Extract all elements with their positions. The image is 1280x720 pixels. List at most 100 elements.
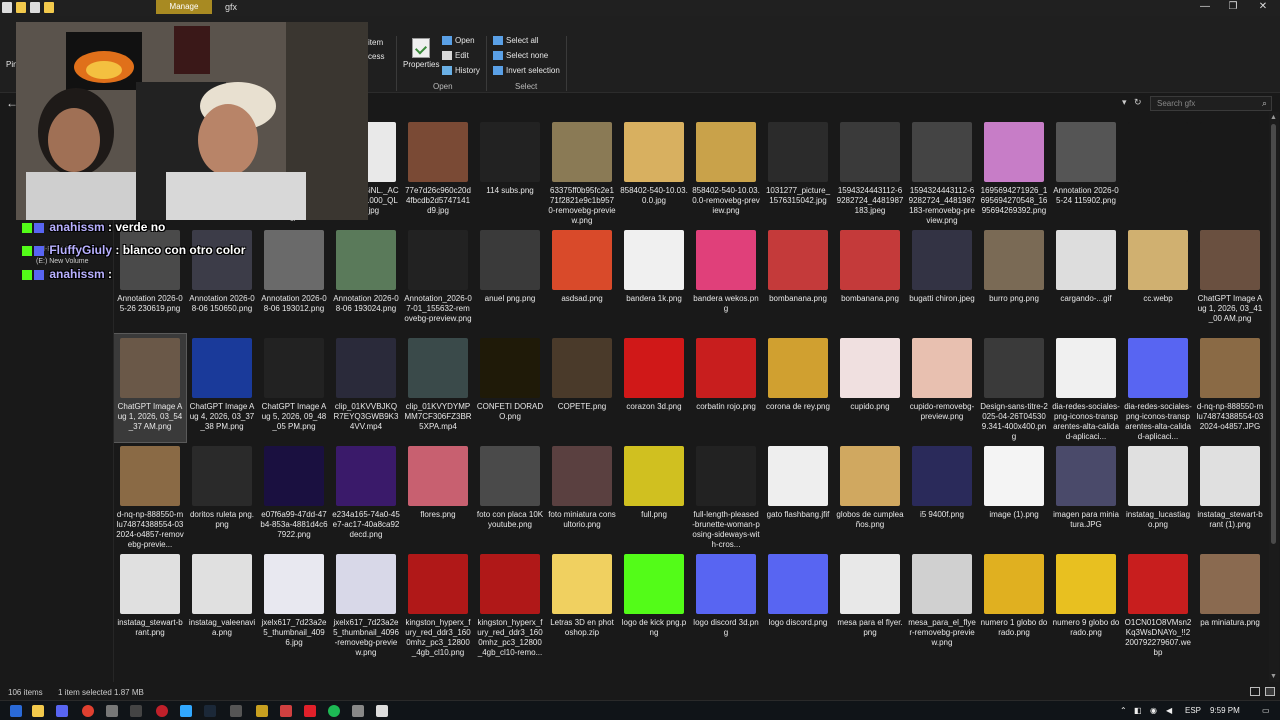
clock[interactable]: 9:59 PM	[1210, 706, 1240, 715]
nav-new-volume[interactable]: (E:) New Volume	[36, 258, 89, 265]
file-item[interactable]: dia-redes-sociales-png-iconos-transparen…	[1050, 334, 1122, 442]
file-item[interactable]: mesa para el flyer.png	[834, 550, 906, 658]
file-item[interactable]: bandera 1k.png	[618, 226, 690, 334]
discord-icon[interactable]	[56, 705, 68, 717]
app-icon[interactable]	[304, 705, 316, 717]
file-item[interactable]: Design-sans-titre-2025-04-26T045309.341-…	[978, 334, 1050, 442]
scrollbar-thumb[interactable]	[1271, 124, 1276, 544]
file-item[interactable]: cc.webp	[1122, 226, 1194, 334]
file-item[interactable]: O1CN01O8VMsn2Kq3WsDNAYo_!!2200792279607.…	[1122, 550, 1194, 658]
file-item[interactable]: full-length-pleased-brunette-woman-posin…	[690, 442, 762, 550]
file-item[interactable]: e07f6a99-47dd-47b4-853a-4881d4c67922.png	[258, 442, 330, 550]
file-item[interactable]: ChatGPT Image Aug 5, 2026, 09_48_05 PM.p…	[258, 334, 330, 442]
app-icon[interactable]	[230, 705, 242, 717]
details-view-icon[interactable]	[1250, 687, 1260, 696]
file-explorer-icon[interactable]	[32, 705, 44, 717]
select-all-button[interactable]: Select all	[493, 36, 538, 46]
file-item[interactable]: anuel png.png	[474, 226, 546, 334]
file-item[interactable]: cupido-removebg-preview.png	[906, 334, 978, 442]
file-item[interactable]: jxelx617_7d23a2e5_thumbnail_4096.jpg	[258, 550, 330, 658]
tray-app-icon[interactable]: ◧	[1134, 706, 1142, 715]
folder-icon[interactable]	[16, 2, 26, 13]
file-item[interactable]: doritos ruleta png.png	[186, 442, 258, 550]
file-item[interactable]: Annotation 2026-08-06 193024.png	[330, 226, 402, 334]
file-item[interactable]: logo discord 3d.png	[690, 550, 762, 658]
app-icon[interactable]	[256, 705, 268, 717]
file-item[interactable]: 1695694271926_1695694270548_169569426939…	[978, 118, 1050, 226]
file-item[interactable]: clip_01KVVBJKQR7EYQ3GWB9K34VV.mp4	[330, 334, 402, 442]
file-item[interactable]: jxelx617_7d23a2e5_thumbnail_4096-removeb…	[330, 550, 402, 658]
app-icon[interactable]	[130, 705, 142, 717]
steam-icon[interactable]	[204, 705, 216, 717]
file-item[interactable]: gato flashbang.jfif	[762, 442, 834, 550]
select-none-button[interactable]: Select none	[493, 51, 548, 61]
file-item[interactable]: instatag_stewart-brant.png	[114, 550, 186, 658]
history-button[interactable]: History	[442, 66, 480, 76]
properties-button[interactable]: Properties	[403, 60, 439, 69]
file-item[interactable]: full.png	[618, 442, 690, 550]
file-item[interactable]: 1594324443112-69282724_4481987183-remove…	[906, 118, 978, 226]
ribbon-new-item-partial[interactable]: item	[368, 38, 383, 47]
file-item[interactable]: Annotation 2026-05-24 115902.png	[1050, 118, 1122, 226]
file-item[interactable]: instatag_lucastiago.png	[1122, 442, 1194, 550]
scroll-down-icon[interactable]: ▼	[1270, 673, 1277, 680]
file-item[interactable]: dia-redes-sociales-png-iconos-transparen…	[1122, 334, 1194, 442]
file-item[interactable]: Annotation_2026-07-01_155632-removebg-pr…	[402, 226, 474, 334]
spotify-icon[interactable]	[328, 705, 340, 717]
file-item[interactable]: bandera wekos.png	[690, 226, 762, 334]
file-item[interactable]: bombanana.png	[834, 226, 906, 334]
file-item[interactable]: kingston_hyperx_fury_red_ddr3_1600mhz_pc…	[474, 550, 546, 658]
save-icon[interactable]	[2, 2, 12, 13]
file-item[interactable]	[1194, 118, 1266, 226]
photoshop-icon[interactable]	[180, 705, 192, 717]
close-button[interactable]: ✕	[1248, 0, 1278, 14]
file-item[interactable]: numero 9 globo dorado.png	[1050, 550, 1122, 658]
file-item[interactable]: corona de rey.png	[762, 334, 834, 442]
refresh-icon[interactable]: ↻	[1134, 97, 1142, 108]
large-icons-view-icon[interactable]	[1265, 687, 1275, 696]
file-item[interactable]: Letras 3D en photoshop.zip	[546, 550, 618, 658]
file-item[interactable]: bombanana.png	[762, 226, 834, 334]
scroll-up-icon[interactable]: ▲	[1270, 114, 1277, 121]
file-item[interactable]: kingston_hyperx_fury_red_ddr3_1600mhz_pc…	[402, 550, 474, 658]
properties-icon[interactable]	[412, 38, 430, 58]
file-item[interactable]: cargando-...gif	[1050, 226, 1122, 334]
file-item[interactable]: 1031277_picture_1576315042.jpg	[762, 118, 834, 226]
open-button[interactable]: Open	[442, 36, 475, 46]
vertical-scrollbar[interactable]: ▲ ▼	[1269, 112, 1279, 682]
minimize-button[interactable]: —	[1190, 0, 1220, 14]
file-item[interactable]: instatag_valeenavia.png	[186, 550, 258, 658]
file-item[interactable]: e234a165-74a0-45e7-ac17-40a8ca92decd.png	[330, 442, 402, 550]
edit-button[interactable]: Edit	[442, 51, 469, 61]
notification-icon[interactable]: ▭	[1262, 706, 1270, 715]
tray-chevron-icon[interactable]: ⌃	[1120, 706, 1127, 715]
file-item[interactable]: 63375ff0b95fc2e171f2821e9c1b9570-removeb…	[546, 118, 618, 226]
file-item[interactable]: corbatin rojo.png	[690, 334, 762, 442]
chrome-icon[interactable]	[82, 705, 94, 717]
photos-icon[interactable]	[376, 705, 388, 717]
file-item[interactable]: Annotation 2026-08-06 193012.png	[258, 226, 330, 334]
file-item[interactable]: logo discord.png	[762, 550, 834, 658]
file-item[interactable]: burro png.png	[978, 226, 1050, 334]
file-item[interactable]: cupido.png	[834, 334, 906, 442]
new-folder-icon[interactable]	[44, 2, 54, 13]
file-item[interactable]: CONFETI DORADO.png	[474, 334, 546, 442]
file-item[interactable]	[1122, 118, 1194, 226]
invert-selection-button[interactable]: Invert selection	[493, 66, 560, 76]
file-item[interactable]: ChatGPT Image Aug 4, 2026, 03_37_38 PM.p…	[186, 334, 258, 442]
search-input[interactable]: Search gfx ⌕	[1150, 96, 1272, 111]
file-item[interactable]: numero 1 globo dorado.png	[978, 550, 1050, 658]
file-item[interactable]: foto con placa 10K youtube.png	[474, 442, 546, 550]
file-item[interactable]: d-nq-np-888550-mlu74874388554-032024-o48…	[114, 442, 186, 550]
file-item[interactable]: 858402-540-10.03.0.0.jpg	[618, 118, 690, 226]
file-item[interactable]: foto miniatura consultorio.png	[546, 442, 618, 550]
file-item[interactable]: mesa_para_el_flyer-removebg-preview.png	[906, 550, 978, 658]
file-item[interactable]: COPETE.png	[546, 334, 618, 442]
network-icon[interactable]: ◉	[1150, 706, 1157, 715]
app-icon[interactable]	[352, 705, 364, 717]
file-item[interactable]: 858402-540-10.03.0.0-removebg-preview.pn…	[690, 118, 762, 226]
file-item[interactable]: d-nq-np-888550-mlu74874388554-032024-o48…	[1194, 334, 1266, 442]
file-item[interactable]: flores.png	[402, 442, 474, 550]
file-item[interactable]: instatag_stewart-brant (1).png	[1194, 442, 1266, 550]
file-item[interactable]: asdsad.png	[546, 226, 618, 334]
